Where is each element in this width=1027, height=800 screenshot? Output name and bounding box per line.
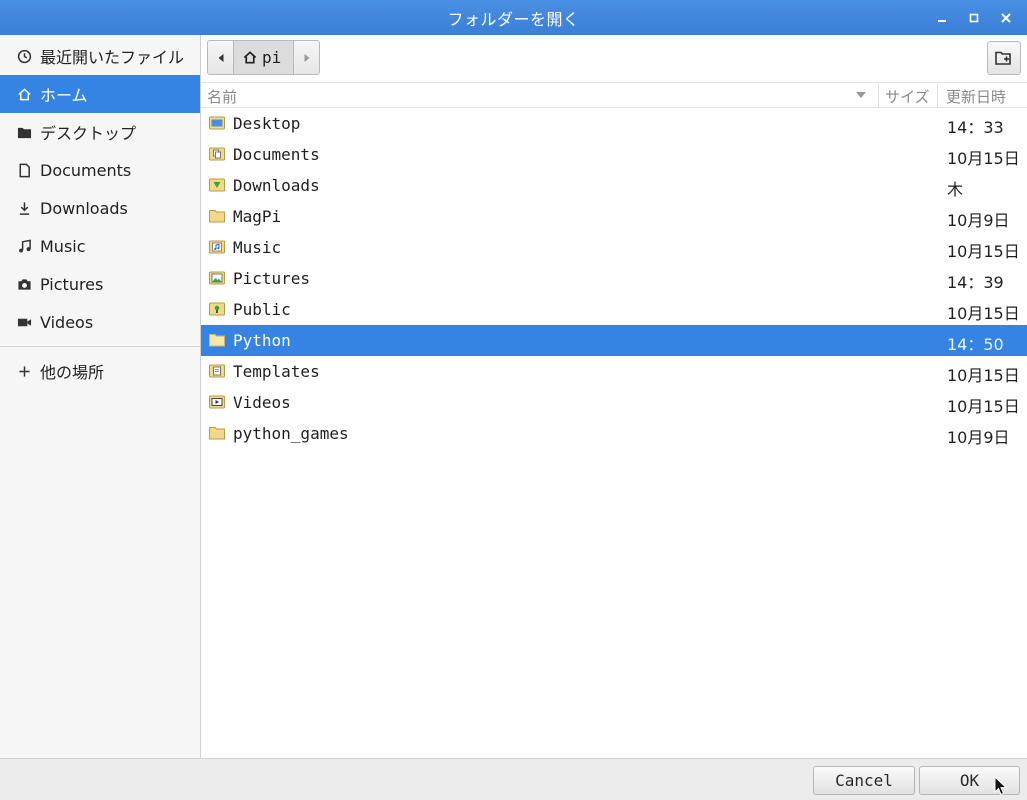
sidebar-item-music[interactable]: Music <box>0 227 200 265</box>
window-controls <box>935 0 1013 35</box>
download-icon <box>16 200 32 216</box>
sidebar-item-label: Pictures <box>40 274 104 294</box>
file-row-desktop[interactable]: Desktop 14：33 <box>201 108 1027 139</box>
public-folder-icon <box>209 302 225 316</box>
column-modified-header[interactable]: 更新日時 <box>937 83 1014 107</box>
file-modified: 10月15日 <box>947 397 1020 416</box>
file-name: Documents <box>233 145 320 164</box>
sidebar-item-pictures[interactable]: Pictures <box>0 265 200 303</box>
column-size-header[interactable]: サイズ <box>878 83 936 107</box>
downloads-folder-icon <box>209 178 225 192</box>
file-name: python_games <box>233 424 349 443</box>
action-bar: Cancel OK <box>0 758 1027 800</box>
file-row-music[interactable]: Music 10月15日 <box>201 232 1027 263</box>
plus-icon <box>16 363 32 379</box>
file-row-downloads[interactable]: Downloads 木 <box>201 170 1027 201</box>
sidebar-item-label: ホーム <box>40 86 88 105</box>
sidebar-item-other-locations[interactable]: 他の場所 <box>0 352 200 390</box>
document-icon <box>16 162 32 178</box>
new-folder-icon <box>995 51 1011 65</box>
mouse-cursor-icon <box>994 776 1008 796</box>
minimize-icon[interactable] <box>935 11 949 25</box>
file-name: MagPi <box>233 207 282 226</box>
videos-folder-icon <box>209 395 225 409</box>
location-toolbar: pi <box>201 35 1027 82</box>
path-forward-button[interactable] <box>293 41 320 74</box>
path-crumb-label: pi <box>262 48 282 67</box>
cancel-button[interactable]: Cancel <box>813 766 915 795</box>
sidebar-item-home[interactable]: ホーム <box>0 75 200 113</box>
maximize-icon[interactable] <box>967 11 981 25</box>
file-row-videos[interactable]: Videos 10月15日 <box>201 387 1027 418</box>
desktop-folder-icon <box>209 116 225 130</box>
templates-folder-icon <box>209 364 225 378</box>
desktop-folder-icon <box>16 124 32 140</box>
sidebar-item-videos[interactable]: Videos <box>0 303 200 341</box>
file-row-documents[interactable]: Documents 10月15日 <box>201 139 1027 170</box>
file-name: Public <box>233 300 291 319</box>
sidebar-item-downloads[interactable]: Downloads <box>0 189 200 227</box>
file-modified: 14：50 <box>947 335 1004 354</box>
file-name: Pictures <box>233 269 311 288</box>
video-camera-icon <box>16 314 32 330</box>
file-name: Videos <box>233 393 291 412</box>
sidebar-item-label: Videos <box>40 312 94 332</box>
sidebar-item-label: 最近開いたファイル <box>40 48 185 67</box>
chevron-right-icon <box>304 53 310 62</box>
path-bar: pi <box>207 40 321 75</box>
file-row-python[interactable]: Python 14：50 <box>201 325 1027 356</box>
file-name: Python <box>233 331 291 350</box>
column-header: 名前 サイズ 更新日時 <box>201 82 1027 108</box>
music-folder-icon <box>209 240 225 254</box>
folder-icon <box>209 210 225 223</box>
camera-icon <box>16 276 32 292</box>
file-row-pictures[interactable]: Pictures 14：39 <box>201 263 1027 294</box>
file-modified: 14：33 <box>947 118 1004 137</box>
sidebar-separator <box>0 346 200 347</box>
sidebar-item-label: Music <box>40 236 86 256</box>
sidebar-item-documents[interactable]: Documents <box>0 151 200 189</box>
file-modified: 10月9日 <box>947 428 1010 447</box>
file-modified: 10月15日 <box>947 304 1020 323</box>
file-row-templates[interactable]: Templates 10月15日 <box>201 356 1027 387</box>
title-bar: フォルダーを開く <box>0 0 1027 35</box>
window-title: フォルダーを開く <box>447 9 580 29</box>
places-sidebar: 最近開いたファイル ホーム デスクトップ Documents Downloads… <box>0 35 201 758</box>
home-icon <box>242 50 258 65</box>
column-name-header[interactable]: 名前 <box>207 86 237 107</box>
file-modified: 10月9日 <box>947 211 1010 230</box>
home-icon <box>16 86 32 102</box>
sidebar-item-label: 他の場所 <box>40 363 105 382</box>
file-list: Desktop 14：33 Documents 10月15日 Downloads… <box>201 108 1027 758</box>
file-row-python-games[interactable]: python_games 10月9日 <box>201 418 1027 449</box>
file-modified: 10月15日 <box>947 366 1020 385</box>
file-name: Templates <box>233 362 320 381</box>
path-back-button[interactable] <box>208 41 234 74</box>
pictures-folder-icon <box>209 271 225 285</box>
music-note-icon <box>16 238 32 254</box>
clock-icon <box>16 48 32 64</box>
file-modified: 10月15日 <box>947 242 1020 261</box>
documents-folder-icon <box>209 147 225 161</box>
sidebar-item-recent[interactable]: 最近開いたファイル <box>0 37 200 75</box>
file-modified: 10月15日 <box>947 149 1020 168</box>
close-icon[interactable] <box>999 11 1013 25</box>
sidebar-item-desktop[interactable]: デスクトップ <box>0 113 200 151</box>
folder-icon <box>209 427 225 440</box>
file-name: Desktop <box>233 114 301 133</box>
chevron-left-icon <box>218 53 223 62</box>
file-row-public[interactable]: Public 10月15日 <box>201 294 1027 325</box>
file-name: Downloads <box>233 176 320 195</box>
sidebar-item-label: Downloads <box>40 198 128 218</box>
path-crumb-home[interactable]: pi <box>234 41 294 74</box>
sidebar-item-label: Documents <box>40 160 132 180</box>
file-name: Music <box>233 238 282 257</box>
file-row-magpi[interactable]: MagPi 10月9日 <box>201 201 1027 232</box>
file-modified: 木 <box>947 180 964 199</box>
sort-descending-icon <box>855 86 867 104</box>
folder-icon <box>209 334 225 347</box>
new-folder-button[interactable] <box>987 41 1021 75</box>
file-modified: 14：39 <box>947 273 1004 292</box>
sidebar-item-label: デスクトップ <box>40 124 137 143</box>
